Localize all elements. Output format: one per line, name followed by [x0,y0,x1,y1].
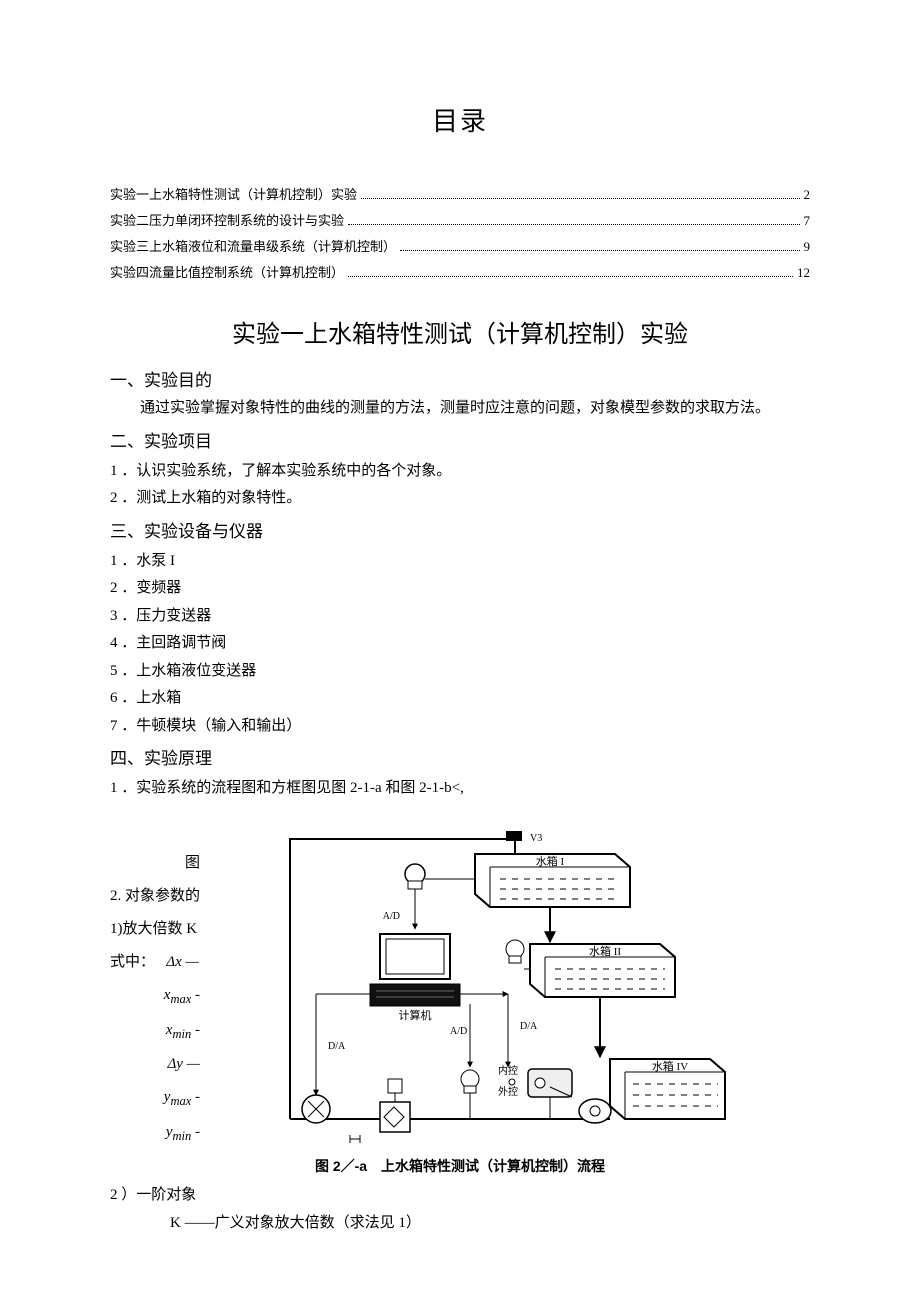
svg-text:A/D: A/D [383,911,400,922]
toc-list: 实验一上水箱特性测试（计算机控制）实验 2 实验二压力单闭环控制系统的设计与实验… [110,184,810,284]
list-item: 1 ．水泵 I [110,549,810,575]
figure-caption: 图 2／-a 上水箱特性测试（计算机控制）流程 [110,1155,810,1179]
fig-label: 式中： Δx — [110,946,200,979]
section-2-head: 二、实验项目 [110,428,810,457]
list-item: 2 ．变频器 [110,576,810,602]
fig-label: 图 [110,847,200,880]
toc-item[interactable]: 实验三上水箱液位和流量串级系统（计算机控制） 9 [110,236,810,258]
svg-text:计算机: 计算机 [399,1008,432,1022]
toc-dots [400,239,799,252]
toc-page: 9 [804,236,811,258]
exp1-title: 实验一上水箱特性测试（计算机控制）实验 [110,315,810,356]
list-item: 2 ．测试上水箱的对象特性。 [110,486,810,512]
section-1-head: 一、实验目的 [110,367,810,396]
svg-text:A/D: A/D [450,1026,467,1037]
figure-left-labels: 图 2. 对象参数的 1)放大倍数 K 式中： Δx — xmax - xmin… [110,847,200,1150]
section-1-body: 通过实验掌握对象特性的曲线的测量的方法，测量时应注意的问题，对象模型参数的求取方… [110,396,810,422]
fig-label: ymin - [110,1116,200,1151]
fig-label: xmax - [110,979,200,1014]
valve-label: V3 [530,833,542,844]
computer-icon: 计算机 [370,934,460,1022]
toc-label: 实验三上水箱液位和流量串级系统（计算机控制） [110,236,396,258]
svg-text:内控: 内控 [498,1064,518,1077]
toc-heading: 目录 [110,100,810,144]
section-3-head: 三、实验设备与仪器 [110,518,810,547]
flow-diagram-icon: V3 水箱 I A/D 水箱 I [250,819,730,1149]
toc-label: 实验四流量比值控制系统（计算机控制） [110,262,344,284]
svg-text:外控: 外控 [498,1085,518,1098]
toc-dots [348,265,793,278]
toc-item[interactable]: 实验二压力单闭环控制系统的设计与实验 7 [110,210,810,232]
tank-4-icon: 水箱 IV [610,1059,725,1119]
list-item: 3 ．压力变送器 [110,604,810,630]
tank-1-icon: 水箱 I [475,854,630,907]
list-item: 6 ．上水箱 [110,686,810,712]
toc-label: 实验一上水箱特性测试（计算机控制）实验 [110,184,357,206]
fig-label: Δy — [110,1048,200,1081]
svg-text:水箱 II: 水箱 II [589,944,621,958]
list-item: 7 ．牛顿模块（输入和输出） [110,714,810,740]
toc-page: 12 [797,262,810,284]
section-4-line1: 1 ．实验系统的流程图和方框图见图 2-1-a 和图 2-1-b<, [110,776,810,802]
fig-label: xmin - [110,1014,200,1049]
fig-label: 1)放大倍数 K [110,913,200,946]
tank-2-icon: 水箱 II [530,944,675,997]
transmitter-icon [506,940,530,969]
list-item: 1 ．认识实验系统，了解本实验系统中的各个对象。 [110,459,810,485]
flow-meter-icon [302,1095,330,1123]
toc-page: 7 [804,210,811,232]
svg-text:D/A: D/A [520,1021,538,1032]
after-fig-line2: K ——广义对象放大倍数（求法见 1） [110,1211,810,1237]
figure-2-1-a: 图 2. 对象参数的 1)放大倍数 K 式中： Δx — xmax - xmin… [110,819,810,1179]
transmitter-icon: A/D [383,864,475,929]
svg-text:D/A: D/A [328,1041,346,1052]
svg-text:水箱 IV: 水箱 IV [652,1059,688,1073]
control-valve-icon [380,1079,410,1132]
section-4-head: 四、实验原理 [110,745,810,774]
fig-label: ymax - [110,1081,200,1116]
list-item: 4 ．主回路调节阀 [110,631,810,657]
list-item: 5 ．上水箱液位变送器 [110,659,810,685]
toc-dots [361,187,799,200]
toc-dots [348,213,799,226]
toc-item[interactable]: 实验一上水箱特性测试（计算机控制）实验 2 [110,184,810,206]
toc-item[interactable]: 实验四流量比值控制系统（计算机控制） 12 [110,262,810,284]
after-fig-line1: 2 ）一阶对象 [110,1183,810,1209]
toc-page: 2 [804,184,811,206]
transmitter-icon [461,1070,479,1119]
svg-text:水箱 I: 水箱 I [536,854,565,868]
toc-label: 实验二压力单闭环控制系统的设计与实验 [110,210,344,232]
fig-label: 2. 对象参数的 [110,880,200,913]
